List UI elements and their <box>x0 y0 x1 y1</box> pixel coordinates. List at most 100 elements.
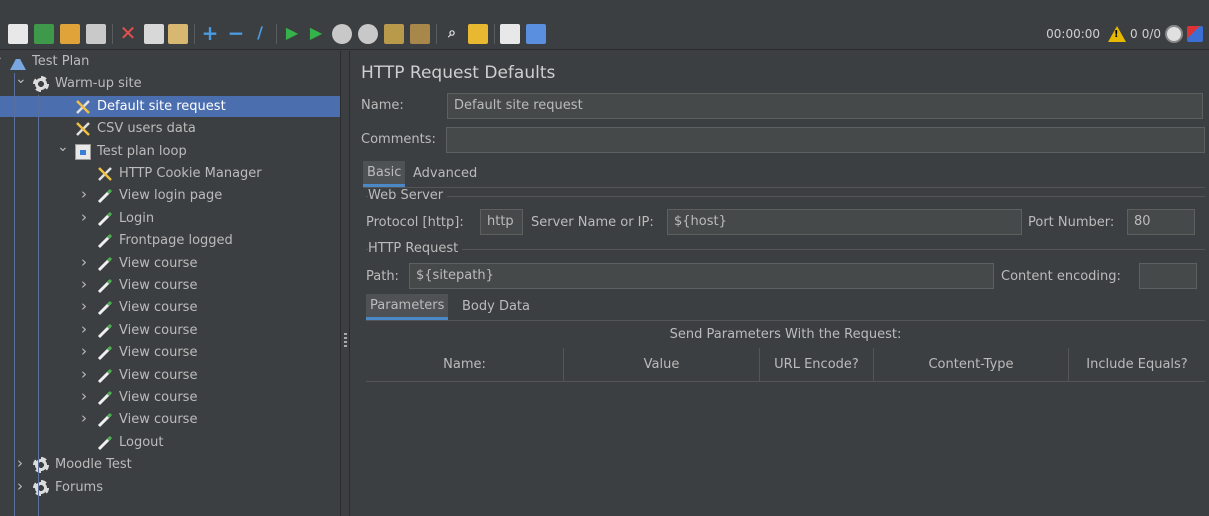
tree-item[interactable]: › Forums <box>0 477 340 498</box>
tab-body-data[interactable]: Body Data <box>458 294 534 320</box>
pencil-icon <box>97 188 113 204</box>
chevron-right-icon[interactable]: › <box>79 252 89 273</box>
elapsed-timer: 00:00:00 <box>1046 27 1101 41</box>
protocol-field[interactable]: http <box>480 209 523 235</box>
tab-advanced[interactable]: Advanced <box>409 161 481 187</box>
copy-icon[interactable] <box>144 24 164 44</box>
tools-icon <box>75 121 91 137</box>
tree-item-label: CSV users data <box>97 121 196 136</box>
server-field[interactable]: ${host} <box>667 209 1022 235</box>
warning-count: 0 <box>1130 27 1138 41</box>
tree-item[interactable]: › View course <box>0 387 340 408</box>
divider-grip[interactable] <box>344 333 347 347</box>
log-viewer-icon[interactable] <box>1187 26 1203 42</box>
split-pane-divider[interactable] <box>340 51 350 516</box>
tree-item-label: Moodle Test <box>55 457 132 472</box>
chevron-right-icon[interactable]: › <box>15 476 25 497</box>
tree-item[interactable]: › View course <box>0 275 340 296</box>
http-request-group-title: HTTP Request <box>368 241 463 256</box>
cut-icon[interactable]: ✕ <box>118 22 138 44</box>
chevron-right-icon[interactable]: › <box>79 184 89 205</box>
column-header-url-encode[interactable]: URL Encode? <box>760 348 874 382</box>
server-label: Server Name or IP: <box>531 215 654 230</box>
search-icon[interactable]: ⌕ <box>442 22 462 44</box>
test-plan-tree[interactable]: ⌄ Test Plan ⌄ Warm-up site Default site requ… <box>0 51 340 516</box>
collapse-icon[interactable]: − <box>226 22 246 44</box>
path-field[interactable]: ${sitepath} <box>409 263 994 289</box>
reset-search-icon[interactable] <box>468 24 488 44</box>
tree-item[interactable]: › View course <box>0 409 340 430</box>
chevron-right-icon[interactable]: › <box>79 341 89 362</box>
paste-icon[interactable] <box>168 24 188 44</box>
tab-basic[interactable]: Basic <box>363 161 406 187</box>
tree-item[interactable]: ⌄ Test Plan <box>0 51 340 72</box>
tree-connector-line <box>14 73 15 516</box>
chevron-right-icon[interactable]: › <box>79 408 89 429</box>
templates-icon[interactable] <box>34 24 54 44</box>
tree-item[interactable]: ⌄ Warm-up site <box>0 71 340 94</box>
name-field[interactable]: Default site request <box>447 93 1203 119</box>
tree-item[interactable]: CSV users data <box>0 118 340 139</box>
column-header-include-equals[interactable]: Include Equals? <box>1069 348 1205 382</box>
tree-item-label: View course <box>119 345 198 360</box>
function-helper-icon[interactable] <box>500 24 520 44</box>
tree-item-label: Default site request <box>97 99 226 114</box>
toggle-icon[interactable]: ∕ <box>250 22 270 44</box>
chevron-right-icon[interactable]: › <box>15 453 25 474</box>
tree-item[interactable]: › Moodle Test <box>0 454 340 475</box>
start-no-pause-icon[interactable]: ▶ <box>306 22 326 44</box>
port-field[interactable]: 80 <box>1127 209 1195 235</box>
content-encoding-field[interactable] <box>1139 263 1197 289</box>
pencil-icon <box>97 345 113 361</box>
chevron-right-icon[interactable]: › <box>79 207 89 228</box>
start-icon[interactable]: ▶ <box>282 22 302 44</box>
open-icon[interactable] <box>60 24 80 44</box>
tree-item[interactable]: › Login <box>0 208 340 229</box>
column-header-name[interactable]: Name: <box>366 348 564 382</box>
pencil-icon <box>97 233 113 249</box>
tree-item[interactable]: › View course <box>0 253 340 274</box>
shutdown-icon[interactable] <box>358 24 378 44</box>
stop-icon[interactable] <box>332 24 352 44</box>
chevron-right-icon[interactable]: › <box>79 274 89 295</box>
expand-icon[interactable]: + <box>200 22 220 44</box>
chevron-down-icon[interactable]: ⌄ <box>15 69 27 90</box>
tree-item-label: Login <box>119 211 155 226</box>
tree-item[interactable]: ⌄ Test plan loop <box>0 139 340 162</box>
chevron-right-icon[interactable]: › <box>79 296 89 317</box>
tree-item[interactable]: Default site request <box>0 96 340 117</box>
save-icon[interactable] <box>86 24 106 44</box>
pencil-icon <box>97 368 113 384</box>
chevron-right-icon[interactable]: › <box>79 364 89 385</box>
gear-icon <box>33 457 49 473</box>
column-header-content-type[interactable]: Content-Type <box>874 348 1069 382</box>
tree-item-label: HTTP Cookie Manager <box>119 166 262 181</box>
chevron-right-icon[interactable]: › <box>79 386 89 407</box>
chevron-down-icon[interactable]: ⌄ <box>57 137 69 158</box>
tree-item[interactable]: HTTP Cookie Manager <box>0 163 340 184</box>
tree-item[interactable]: › View course <box>0 320 340 341</box>
tree-item[interactable]: › View course <box>0 342 340 363</box>
tab-parameters[interactable]: Parameters <box>366 294 449 320</box>
protocol-label: Protocol [http]: <box>366 215 464 230</box>
tree-item[interactable]: › View login page <box>0 185 340 206</box>
http-request-group-border <box>366 249 1205 250</box>
new-icon[interactable] <box>8 24 28 44</box>
tree-item[interactable]: › View course <box>0 365 340 386</box>
clear-icon[interactable] <box>384 24 404 44</box>
comments-field[interactable] <box>446 127 1205 153</box>
chevron-down-icon[interactable]: ⌄ <box>0 51 4 68</box>
pencil-icon <box>97 323 113 339</box>
column-header-value[interactable]: Value <box>564 348 760 382</box>
remote-engines-icon[interactable] <box>1165 25 1183 43</box>
clear-all-icon[interactable] <box>410 24 430 44</box>
warning-icon[interactable]: ! <box>1108 26 1127 42</box>
tree-item[interactable]: Frontpage logged <box>0 230 340 251</box>
tree-item[interactable]: Logout <box>0 432 340 453</box>
tree-item-label: View course <box>119 390 198 405</box>
help-icon[interactable] <box>526 24 546 44</box>
tree-item-label: Frontpage logged <box>119 233 233 248</box>
tree-item[interactable]: › View course <box>0 297 340 318</box>
chevron-right-icon[interactable]: › <box>79 319 89 340</box>
web-server-group-border <box>366 196 1205 197</box>
